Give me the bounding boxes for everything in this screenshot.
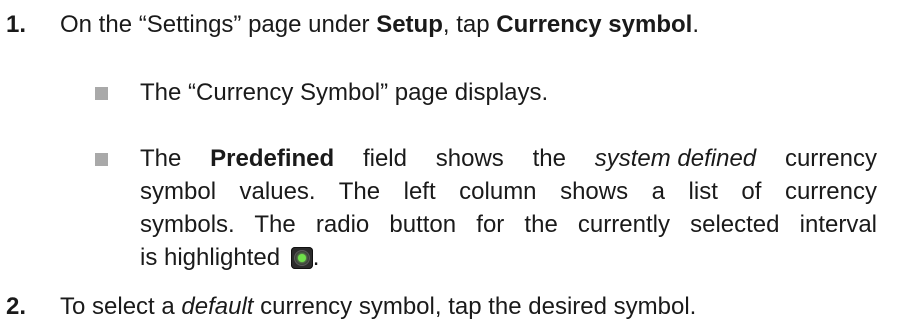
text-line: symbol values. The left column shows a l… [140,178,877,205]
radio-dot [297,254,306,262]
word: The [140,145,182,172]
square-bullet-icon [95,87,108,100]
text-line: is highlighted . [140,241,877,274]
text-part: is highlighted [140,244,281,271]
bullet-text: The “Currency Symbol” page displays. [140,79,549,106]
step-text-part: , tap [442,11,497,38]
word: the [532,145,566,172]
bullet-item: The “Currency Symbol” page displays. [80,76,880,109]
step-number: 1. [6,11,27,38]
step-text-part: To select a [60,293,182,320]
predefined-label: Predefined [210,145,335,172]
radio-selected-icon [290,247,313,269]
step-number: 2. [6,293,27,320]
word: shows [435,145,504,172]
default-emphasis: default [181,293,254,320]
word: currency [784,145,877,172]
text-line: The Predefined field shows the system de… [140,142,877,175]
square-bullet-icon [95,153,108,166]
setup-label: Setup [376,11,443,38]
system-defined-emphasis: system defined [594,145,757,172]
step-text-part: . [692,11,699,38]
text-part: . [312,244,320,271]
currency-symbol-label: Currency symbol [496,11,693,38]
step-text-part: currency symbol, tap the desired symbol. [253,293,697,320]
step-text: On the “Settings” page under Setup, tap … [60,8,890,41]
bullet-item: The Predefined field shows the system de… [80,142,880,271]
step-text-part: On the “Settings” page under [60,11,377,38]
bullet-text: The Predefined field shows the system de… [140,142,877,274]
text-line: symbols. The radio button for the curren… [140,211,877,238]
step-text: To select a default currency symbol, tap… [60,290,890,323]
word: field [362,145,407,172]
